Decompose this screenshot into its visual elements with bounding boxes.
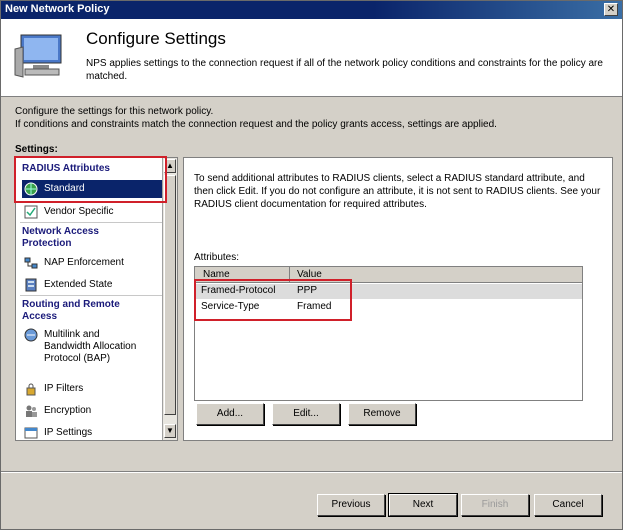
remove-button[interactable]: Remove: [348, 403, 416, 425]
divider: [20, 222, 162, 223]
settings-window-icon: [24, 427, 38, 439]
attributes-label: Attributes:: [194, 252, 240, 263]
group-network-access-protection: Network Access Protection: [22, 226, 99, 249]
sidebar-item-label: Multilink and Bandwidth Allocation Proto…: [44, 329, 137, 364]
edit-button[interactable]: Edit...: [272, 403, 340, 425]
page-description: NPS applies settings to the connection r…: [86, 58, 603, 82]
sidebar-item-label: IP Filters: [44, 383, 84, 394]
multilink-icon: [24, 328, 38, 342]
sidebar-item-label: Extended State: [44, 279, 113, 290]
divider: [20, 295, 162, 296]
arrow-up-icon: ▲: [166, 161, 174, 170]
scroll-thumb[interactable]: [164, 175, 176, 415]
dialog-window: New Network Policy ✕ Configure Settings …: [0, 0, 623, 530]
footer-divider: [1, 471, 622, 473]
sidebar-item-label: NAP Enforcement: [44, 257, 124, 268]
intro-text: Configure the settings for this network …: [15, 105, 615, 131]
instructions-text: To send additional attributes to RADIUS …: [194, 173, 601, 210]
checklist-icon: [24, 205, 38, 219]
header-panel: Configure Settings NPS applies settings …: [1, 19, 622, 97]
cancel-button[interactable]: Cancel: [534, 494, 602, 516]
close-button[interactable]: ✕: [604, 3, 618, 16]
highlight-box-attributes: [194, 279, 352, 321]
close-icon: ✕: [606, 4, 616, 15]
settings-label: Settings:: [15, 144, 58, 155]
sidebar-item-label: Encryption: [44, 405, 92, 416]
title-bar[interactable]: New Network Policy ✕: [1, 1, 622, 19]
server-icon: [25, 278, 37, 292]
sidebar-item-label: IP Settings: [44, 427, 93, 438]
group-routing-remote-access: Routing and Remote Access: [22, 299, 120, 322]
previous-button[interactable]: Previous: [317, 494, 385, 516]
sidebar-item-multilink[interactable]: Multilink and Bandwidth Allocation Proto…: [22, 328, 162, 368]
scroll-down-button[interactable]: ▼: [164, 424, 176, 438]
intro-line-2: If conditions and constraints match the …: [15, 119, 497, 130]
users-icon: [26, 405, 37, 417]
arrow-down-icon: ▼: [166, 426, 174, 435]
add-button[interactable]: Add...: [196, 403, 264, 425]
network-icon: [24, 257, 38, 269]
window-title: New Network Policy: [5, 3, 110, 15]
sidebar-item-label: Vendor Specific: [44, 206, 114, 217]
next-button[interactable]: Next: [388, 493, 458, 517]
intro-line-1: Configure the settings for this network …: [15, 106, 214, 117]
page-title: Configure Settings: [86, 29, 226, 48]
lock-icon: [26, 383, 36, 396]
highlight-box-standard: [14, 156, 167, 203]
monitor-icon: [14, 34, 62, 78]
finish-button[interactable]: Finish: [461, 494, 529, 516]
